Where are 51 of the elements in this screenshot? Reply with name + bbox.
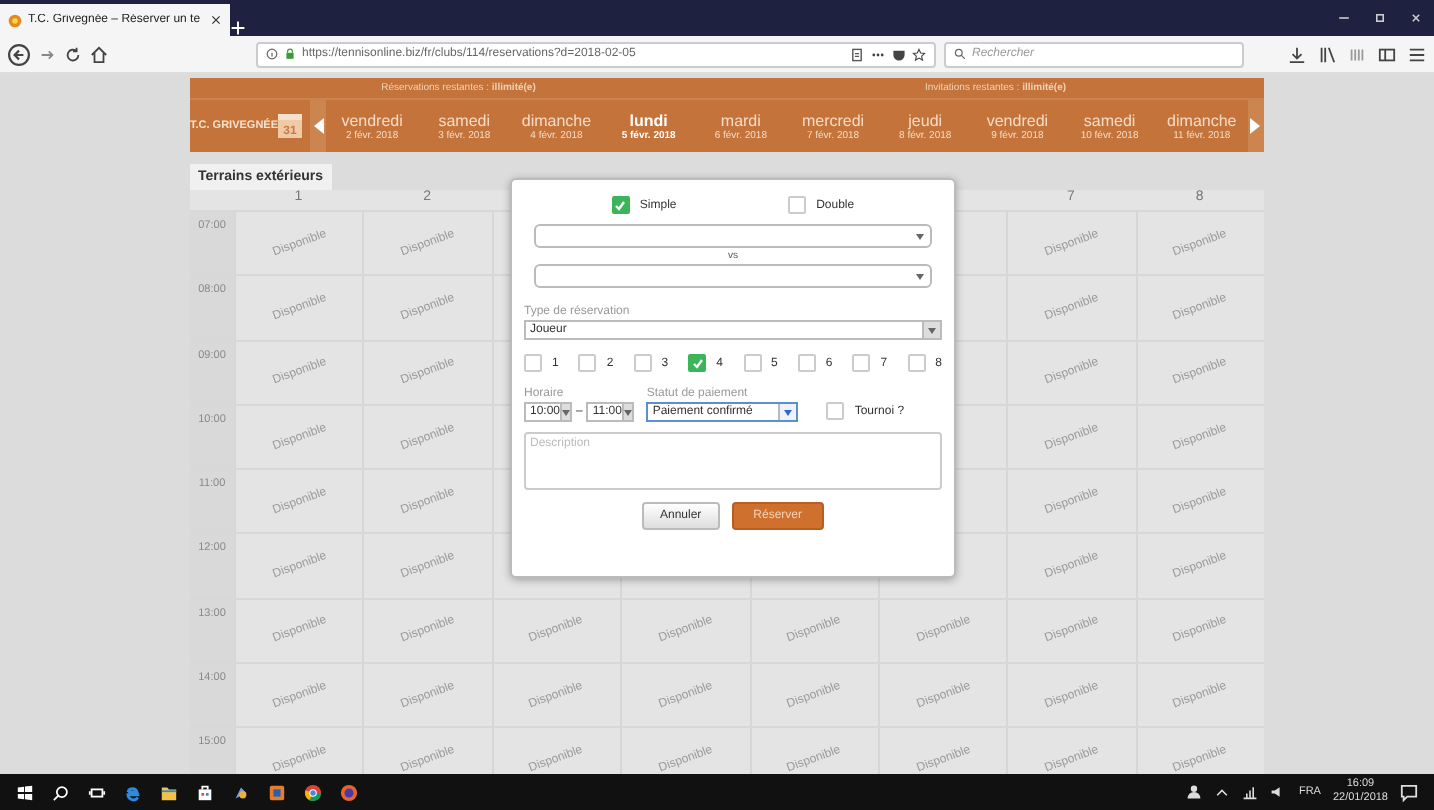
chevron-up-icon[interactable] [1214, 784, 1231, 800]
sidebar-icon[interactable] [1378, 45, 1396, 63]
caret-icon [916, 273, 924, 279]
court-checkbox[interactable] [797, 354, 816, 372]
match-type-checkbox[interactable] [611, 196, 630, 214]
menu-icon[interactable] [1408, 45, 1426, 63]
match-type-checkbox[interactable] [788, 196, 807, 214]
bookmarks-icon[interactable] [1348, 45, 1366, 63]
caret-icon [928, 327, 936, 333]
app-icon[interactable] [232, 783, 250, 801]
forward-icon[interactable] [38, 45, 56, 63]
windows-logo-icon[interactable] [16, 783, 34, 801]
task-view-icon[interactable] [88, 783, 106, 801]
caret-icon [562, 409, 571, 415]
shopping-bag-icon[interactable] [196, 783, 214, 801]
media-player-icon[interactable] [268, 783, 286, 801]
court-checkbox[interactable] [578, 354, 597, 372]
court-checkbox[interactable] [633, 354, 652, 372]
reload-icon[interactable] [64, 45, 82, 63]
previous-day-button[interactable] [310, 100, 326, 152]
court-checkbox[interactable] [524, 354, 542, 372]
notification-icon[interactable] [1400, 783, 1418, 801]
shield-icon[interactable] [892, 47, 906, 61]
tournament-checkbox[interactable] [826, 402, 845, 420]
new-tab-icon[interactable] [230, 20, 246, 36]
caret-icon [916, 233, 924, 239]
search-icon[interactable] [52, 783, 70, 801]
caret-icon [784, 409, 793, 415]
colored-circle-icon[interactable] [304, 783, 322, 801]
home-icon[interactable] [90, 45, 108, 63]
star-icon[interactable] [912, 47, 926, 61]
reader-view-icon[interactable] [850, 47, 864, 61]
next-day-button[interactable] [1247, 100, 1264, 152]
court-checkbox[interactable] [688, 354, 707, 372]
court-checkbox[interactable] [743, 354, 761, 372]
court-checkbox[interactable] [852, 354, 871, 372]
info-icon [266, 48, 278, 60]
right-triangle-icon [1250, 118, 1261, 134]
person-icon[interactable] [1186, 784, 1203, 800]
left-triangle-icon [313, 118, 323, 134]
lock-icon [284, 48, 296, 60]
search-icon [954, 48, 966, 60]
close-icon[interactable] [210, 14, 222, 26]
back-icon[interactable] [8, 43, 30, 65]
library-icon[interactable] [1318, 45, 1336, 63]
browser-e-icon[interactable] [124, 783, 142, 801]
caret-icon [624, 409, 633, 415]
download-icon[interactable] [1288, 45, 1306, 63]
court-checkbox[interactable] [907, 354, 926, 372]
network-icon[interactable] [1242, 784, 1259, 800]
folder-icon[interactable] [160, 783, 178, 801]
